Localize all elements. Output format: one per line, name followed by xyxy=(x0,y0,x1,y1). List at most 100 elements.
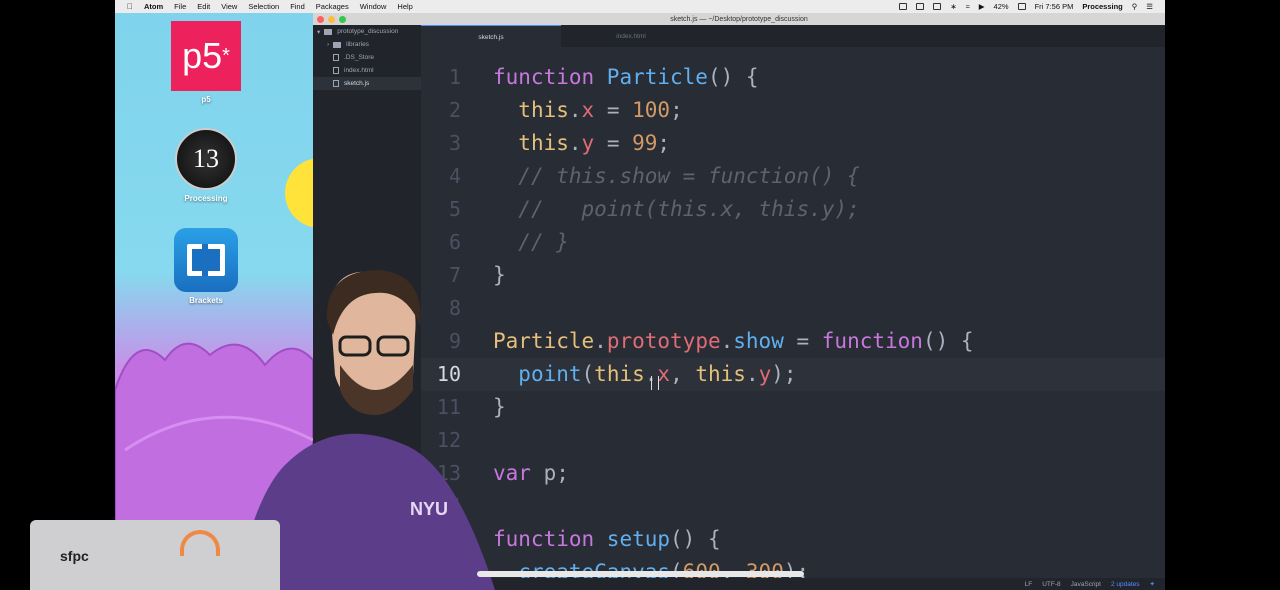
tree-item-index-html[interactable]: index.html xyxy=(313,64,421,77)
line-number: 5 xyxy=(448,197,461,221)
updates-indicator[interactable]: 2 updates xyxy=(1111,581,1140,588)
tree-item-sketch-js[interactable]: sketch.js xyxy=(313,77,421,90)
code-token: () { xyxy=(670,527,721,551)
code-line[interactable]: 13 var p; xyxy=(421,457,1165,490)
code-token: = xyxy=(594,98,633,122)
code-token: y xyxy=(758,362,772,386)
code-token: this xyxy=(594,362,645,386)
code-text: // point(this.x, this.y); xyxy=(493,193,859,226)
code-token: , xyxy=(670,362,696,386)
rainbow-sticker xyxy=(180,530,220,556)
menu-find[interactable]: Find xyxy=(290,2,305,11)
code-token: prototype xyxy=(606,329,721,353)
code-token: . xyxy=(568,98,582,122)
code-line[interactable]: 2 this.x = 100; xyxy=(421,94,1165,127)
p5-icon: p5 * xyxy=(171,21,241,91)
code-editor[interactable]: 1 function Particle() {2 this.x = 100; 3 t… xyxy=(421,47,1165,578)
desktop-icon-p5[interactable]: p5 * p5 xyxy=(156,21,256,104)
desktop-icon-label: Processing xyxy=(184,194,228,203)
code-line[interactable]: 7} xyxy=(421,259,1165,292)
code-line[interactable]: 12 xyxy=(421,424,1165,457)
folder-icon xyxy=(324,28,333,35)
battery-percent[interactable]: 42% xyxy=(994,2,1009,11)
menu-packages[interactable]: Packages xyxy=(316,2,349,11)
app-menu[interactable]: Atom xyxy=(144,2,163,11)
airplay-icon[interactable] xyxy=(933,3,942,10)
tree-item-label: .DS_Store xyxy=(344,54,374,61)
line-number: 4 xyxy=(448,164,461,188)
desktop-icon-processing[interactable]: 13 Processing xyxy=(156,128,256,203)
line-ending-indicator[interactable]: LF xyxy=(1025,581,1033,588)
line-number: 6 xyxy=(448,230,461,254)
encoding-indicator[interactable]: UTF-8 xyxy=(1042,581,1060,588)
code-line[interactable]: 1 function Particle() { xyxy=(421,61,1165,94)
menubar:  Atom File Edit View Selection Find Pac… xyxy=(115,0,1165,13)
grammar-indicator[interactable]: JavaScript xyxy=(1071,581,1101,588)
tab-sketch-js[interactable]: sketch.js xyxy=(421,25,561,48)
menu-window[interactable]: Window xyxy=(360,2,387,11)
code-token: () { xyxy=(707,65,759,89)
menu-selection[interactable]: Selection xyxy=(248,2,279,11)
code-token: point xyxy=(518,362,582,386)
code-line[interactable]: 9 Particle.prototype.show = function() { xyxy=(421,325,1165,358)
tree-item-ds-store[interactable]: .DS_Store xyxy=(313,51,421,64)
code-line[interactable]: 4 // this.show = function() { xyxy=(421,160,1165,193)
notification-center-icon[interactable]: ☰ xyxy=(1146,2,1153,11)
code-line[interactable]: 15function setup() { xyxy=(421,523,1165,556)
code-token: Particle xyxy=(606,65,708,89)
wifi-icon[interactable]: ≈ xyxy=(966,2,970,11)
apple-menu-icon[interactable]:  xyxy=(127,2,133,11)
line-number: 2 xyxy=(448,98,461,122)
code-token: 99 xyxy=(632,131,658,155)
tree-item-label: index.html xyxy=(344,67,374,74)
tab-bar: sketch.js index.html xyxy=(421,25,1165,48)
code-line[interactable]: 8 xyxy=(421,292,1165,325)
clock[interactable]: Fri 7:56 PM xyxy=(1035,2,1074,11)
user-menu[interactable]: Processing xyxy=(1082,2,1122,11)
code-line[interactable]: 10 point(this.x, this.y); xyxy=(421,358,1165,391)
window-title: sketch.js — ~/Desktop/prototype_discussi… xyxy=(670,15,808,23)
code-line[interactable]: 6 // } xyxy=(421,226,1165,259)
battery-icon[interactable] xyxy=(1017,3,1026,10)
code-line[interactable]: 14 xyxy=(421,490,1165,523)
spotlight-icon[interactable]: ⚲ xyxy=(1132,2,1138,11)
code-text: function Particle() { xyxy=(493,61,759,94)
line-number: 3 xyxy=(448,131,461,155)
tree-item-label: libraries xyxy=(346,41,369,48)
code-token: . xyxy=(568,131,582,155)
code-token: setup xyxy=(606,527,671,551)
tree-root-label: prototype_discussion xyxy=(337,28,399,35)
bluetooth-icon[interactable]: ∗ xyxy=(950,2,956,11)
code-token: ( xyxy=(581,362,595,386)
tree-root-folder[interactable]: ▾ prototype_discussion xyxy=(313,25,421,38)
code-line[interactable]: 3 this.y = 99; xyxy=(421,127,1165,160)
code-token: this xyxy=(518,98,569,122)
code-text: // this.show = function() { xyxy=(493,160,860,193)
sun-illustration xyxy=(285,158,313,228)
menu-help[interactable]: Help xyxy=(397,2,412,11)
code-line[interactable]: 5 // point(this.x, this.y); xyxy=(421,193,1165,226)
menu-view[interactable]: View xyxy=(221,2,237,11)
tab-index-html[interactable]: index.html xyxy=(561,25,701,47)
code-token: = xyxy=(783,329,822,353)
dropbox-icon[interactable] xyxy=(899,3,908,10)
code-token: function xyxy=(493,65,607,89)
file-icon xyxy=(333,80,339,87)
volume-icon[interactable]: ▶ xyxy=(979,2,985,11)
tree-item-label: sketch.js xyxy=(344,80,370,87)
screen-share-icon[interactable] xyxy=(916,3,925,10)
bird-icon[interactable]: ✦ xyxy=(1150,580,1155,588)
menu-edit[interactable]: Edit xyxy=(197,2,210,11)
code-text: // } xyxy=(493,226,569,259)
laptop-with-stickers: sfpc xyxy=(30,520,280,590)
code-token: // this.show = function() { xyxy=(518,164,860,188)
tree-item-libraries[interactable]: › libraries xyxy=(313,38,421,51)
code-token: this xyxy=(518,131,569,155)
code-token: ; xyxy=(670,98,683,122)
code-line[interactable]: 11} xyxy=(421,391,1165,424)
menu-file[interactable]: File xyxy=(174,2,186,11)
code-token: function xyxy=(821,329,923,353)
